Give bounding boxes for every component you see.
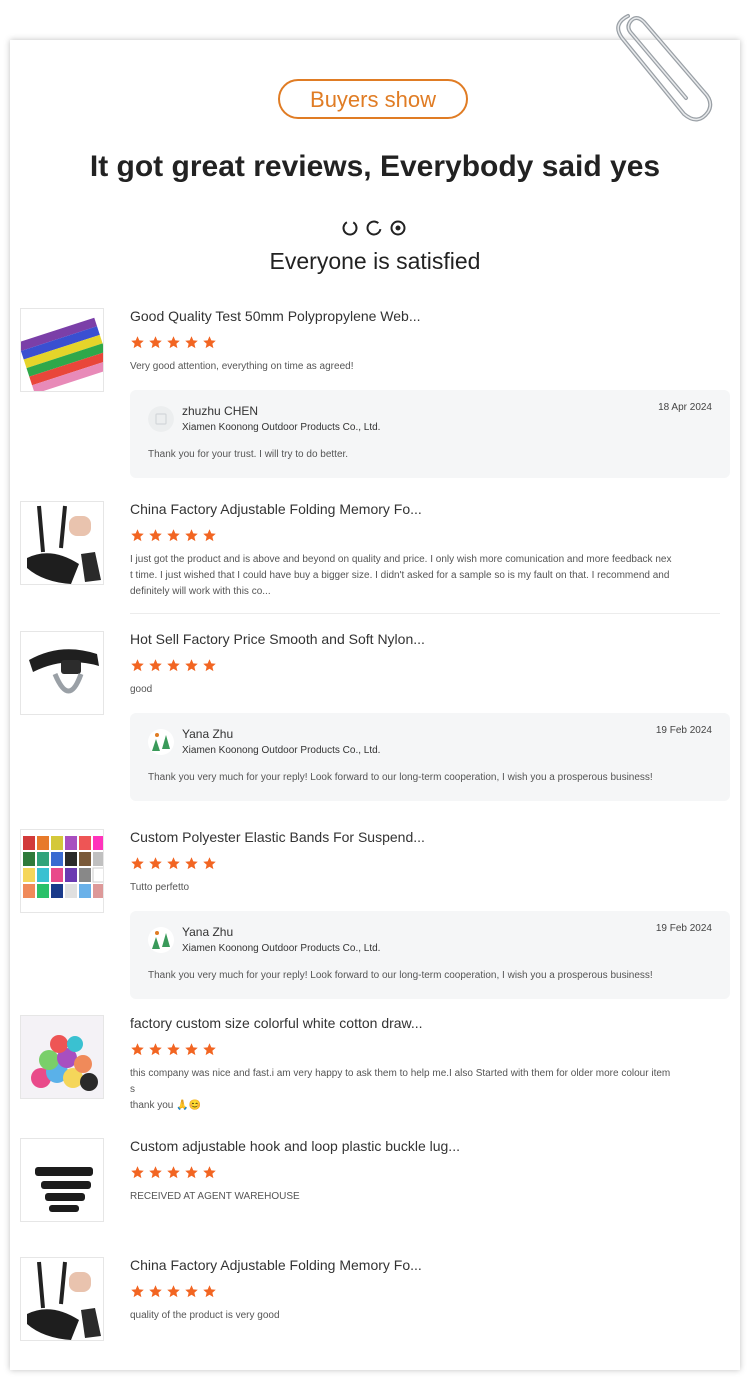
reply-author: Yana Zhu <box>182 727 234 741</box>
product-title-link[interactable]: Hot Sell Factory Price Smooth and Soft N… <box>130 631 730 649</box>
reviews-card: Buyers show It got great reviews, Everyb… <box>10 40 740 1370</box>
product-title-link[interactable]: Custom adjustable hook and loop plastic … <box>130 1138 730 1156</box>
rating-stars <box>130 335 730 351</box>
review-text: RECEIVED AT AGENT WAREHOUSE <box>130 1191 300 1202</box>
supplier-reply: zhuzhu CHEN Xiamen Koonong Outdoor Produ… <box>130 390 730 478</box>
rating-stars <box>130 1284 730 1300</box>
review-text: I just got the product and is above and … <box>130 554 672 597</box>
reply-company: Xiamen Koonong Outdoor Products Co., Ltd… <box>182 422 381 433</box>
rating-stars <box>130 658 730 674</box>
product-title-link[interactable]: factory custom size colorful white cotto… <box>130 1015 730 1033</box>
reply-date: 19 Feb 2024 <box>655 725 712 736</box>
reply-date: 19 Feb 2024 <box>655 923 712 934</box>
review-text: this company was nice and fast.i am very… <box>130 1068 671 1111</box>
divider <box>130 613 720 614</box>
product-thumbnail[interactable] <box>20 308 104 392</box>
product-thumbnail[interactable] <box>20 1138 104 1222</box>
avatar <box>148 729 174 755</box>
reply-date: 18 Apr 2024 <box>658 402 712 413</box>
review-text: quality of the product is very good <box>130 1310 280 1321</box>
page-subheading: Everyone is satisfied <box>269 248 481 274</box>
product-thumbnail[interactable] <box>20 1257 104 1341</box>
avatar <box>148 406 174 432</box>
product-thumbnail[interactable] <box>20 829 104 913</box>
avatar <box>148 927 174 953</box>
paperclip-icon <box>616 14 713 122</box>
supplier-reply: Yana Zhu Xiamen Koonong Outdoor Products… <box>130 911 730 999</box>
rating-stars <box>130 1165 730 1181</box>
reply-message: Thank you for your trust. I will try to … <box>148 449 349 460</box>
review-text: good <box>130 684 153 695</box>
page-headline: It got great reviews, Everybody said yes <box>89 150 661 183</box>
rating-stars <box>130 528 730 544</box>
product-thumbnail[interactable] <box>20 631 104 715</box>
reply-company: Xiamen Koonong Outdoor Products Co., Ltd… <box>182 943 381 954</box>
decorative-dots-icon <box>342 220 406 236</box>
product-title-link[interactable]: China Factory Adjustable Folding Memory … <box>130 1257 730 1275</box>
rating-stars <box>130 1042 730 1058</box>
reply-message: Thank you very much for your reply! Look… <box>148 970 653 981</box>
product-title-link[interactable]: Custom Polyester Elastic Bands For Suspe… <box>130 829 730 847</box>
reply-author: zhuzhu CHEN <box>182 404 259 418</box>
reply-message: Thank you very much for your reply! Look… <box>148 772 653 783</box>
review-text: Tutto perfetto <box>130 882 190 893</box>
product-thumbnail[interactable] <box>20 1015 104 1099</box>
reply-author: Yana Zhu <box>182 925 234 939</box>
rating-stars <box>130 856 730 872</box>
reply-company: Xiamen Koonong Outdoor Products Co., Ltd… <box>182 745 381 756</box>
product-thumbnail[interactable] <box>20 501 104 585</box>
product-title-link[interactable]: China Factory Adjustable Folding Memory … <box>130 501 730 519</box>
supplier-reply: Yana Zhu Xiamen Koonong Outdoor Products… <box>130 713 730 801</box>
review-text: Very good attention, everything on time … <box>130 361 354 372</box>
buyers-show-badge: Buyers show <box>278 79 468 119</box>
product-title-link[interactable]: Good Quality Test 50mm Polypropylene Web… <box>130 308 730 326</box>
